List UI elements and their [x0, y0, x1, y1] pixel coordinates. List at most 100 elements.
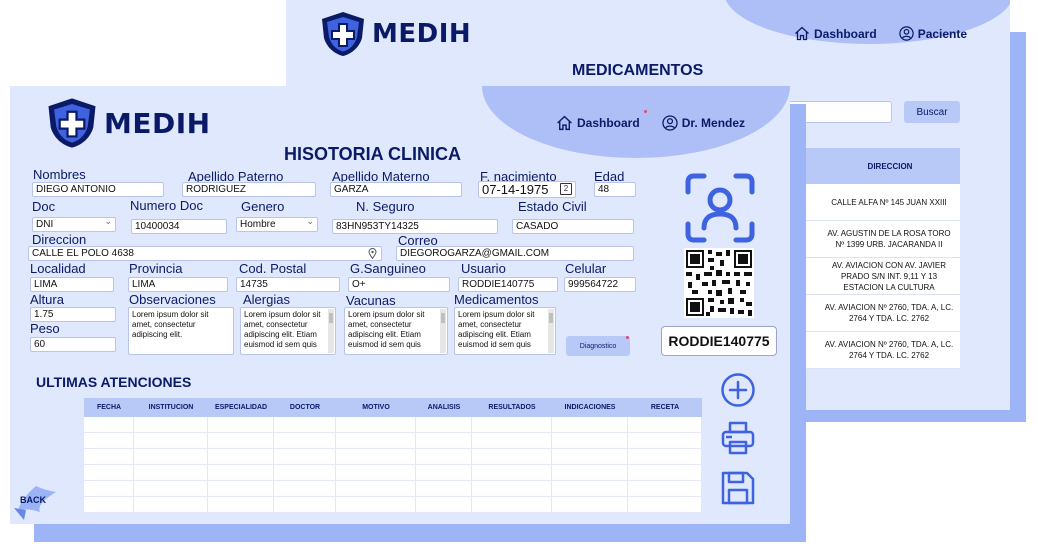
table-row[interactable]: [84, 497, 702, 513]
top-nav: Dashboard Dr. Mendez: [556, 115, 745, 131]
label-observaciones: Observaciones: [129, 292, 216, 307]
apellido-materno-field[interactable]: GARZA: [330, 182, 462, 197]
label-vacunas: Vacunas: [346, 293, 396, 308]
nav-user[interactable]: Paciente: [898, 26, 968, 41]
edad-field[interactable]: 48: [594, 182, 636, 197]
nav-user[interactable]: Dr. Mendez: [662, 115, 745, 131]
nav-user-label: Dr. Mendez: [681, 116, 746, 130]
table-row[interactable]: [84, 417, 702, 433]
search-button[interactable]: Buscar: [904, 101, 960, 123]
user-icon: [898, 26, 914, 41]
table-row[interactable]: AV. AVIACION Nº 2760, TDA. A, LC. 2764 Y…: [784, 332, 960, 369]
historia-clinica-window: MEDIH Dashboard Dr. Mendez HISOTORIA CLI…: [10, 86, 790, 524]
home-icon: [795, 26, 809, 41]
table-row[interactable]: CALLE ALFA Nº 145 JUAN XXIII: [784, 184, 960, 221]
table-row[interactable]: [84, 465, 702, 481]
table-row[interactable]: AV. AVIACION Nº 2760, TDA. A, LC. 2764 Y…: [784, 295, 960, 332]
scrollbar[interactable]: [328, 309, 334, 353]
column-header-direccion: DIRECCION: [867, 161, 913, 171]
table-row[interactable]: [84, 449, 702, 465]
brand-logo[interactable]: MEDIH: [44, 96, 211, 150]
column-header-especialidad: ESPECIALIDAD: [214, 404, 268, 411]
table-row[interactable]: AV. AGUSTIN DE LA ROSA TORO Nº 1399 URB.…: [784, 221, 960, 258]
brand-name: MEDIH: [104, 106, 211, 140]
g-sanguineo-field[interactable]: O+: [348, 277, 450, 292]
n-seguro-field[interactable]: 83HN953TY14325: [332, 219, 498, 234]
add-circle-icon[interactable]: [720, 372, 756, 408]
label-g-sanguineo: G.Sanguineo: [350, 261, 426, 276]
save-icon[interactable]: [720, 470, 756, 506]
back-label: BACK: [20, 495, 46, 505]
cod-postal-field[interactable]: 14735: [236, 277, 340, 292]
screen: MEDIH Dashboard Paciente MEDICAMENTOS Bu…: [0, 0, 1038, 544]
atenciones-table: FECHA INSTITUCION ESPECIALIDAD DOCTOR MO…: [84, 398, 702, 513]
doc-select[interactable]: DNI: [32, 217, 116, 232]
printer-icon[interactable]: [720, 420, 756, 456]
notification-dot: [626, 336, 629, 339]
direccion-value: CALLE EL POLO 4638: [32, 248, 134, 259]
label-provincia: Provincia: [129, 261, 183, 276]
diagnostico-button[interactable]: Diagnostico: [566, 336, 630, 356]
brand-logo[interactable]: MEDIH: [318, 10, 471, 58]
usuario-field[interactable]: RODDIE140775: [458, 277, 558, 292]
apellido-paterno-field[interactable]: RODRIGUEZ: [182, 182, 316, 197]
f-nacimiento-field[interactable]: 07-14-1975 2: [478, 181, 576, 198]
label-medicamentos: Medicamentos: [454, 292, 539, 307]
celular-field[interactable]: 999564722: [564, 277, 636, 292]
column-header-receta: RECETA: [650, 404, 680, 411]
observaciones-text: Lorem ipsum dolor sit amet, consectetur …: [132, 310, 209, 339]
column-header-fecha: FECHA: [96, 404, 122, 411]
label-localidad: Localidad: [30, 261, 86, 276]
nav-dashboard[interactable]: Dashboard: [794, 26, 877, 41]
genero-select[interactable]: Hombre: [236, 217, 318, 232]
back-button[interactable]: BACK: [12, 480, 58, 520]
label-doc: Doc: [32, 199, 56, 214]
label-cod-postal: Cod. Postal: [239, 261, 307, 276]
medicamentos-textarea[interactable]: Lorem ipsum dolor sit amet, consectetur …: [454, 307, 556, 355]
column-header-resultados: RESULTADOS: [488, 404, 536, 411]
alergias-text: Lorem ipsum dolor sit amet, consectetur …: [244, 310, 321, 349]
scrollbar[interactable]: [440, 309, 446, 353]
table-row[interactable]: [84, 481, 702, 497]
table-row[interactable]: AV. AVIACION CON AV. JAVIER PRADO S/N IN…: [784, 258, 960, 295]
location-pin-icon[interactable]: [368, 248, 377, 259]
nav-dashboard[interactable]: Dashboard: [556, 115, 640, 131]
estado-civil-field[interactable]: CASADO: [512, 219, 634, 234]
observaciones-textarea[interactable]: Lorem ipsum dolor sit amet, consectetur …: [128, 307, 234, 355]
page-title: HISOTORIA CLINICA: [284, 144, 462, 164]
qr-code-icon[interactable]: [684, 248, 754, 318]
peso-field[interactable]: 60: [30, 337, 116, 352]
vacunas-text: Lorem ipsum dolor sit amet, consectetur …: [348, 310, 425, 349]
top-nav: Dashboard Paciente: [794, 26, 967, 41]
correo-field[interactable]: DIEGOROGARZA@GMAIL.COM: [396, 246, 634, 261]
label-genero: Genero: [241, 199, 285, 214]
section-title-atenciones: ULTIMAS ATENCIONES: [36, 374, 192, 390]
provincia-field[interactable]: LIMA: [128, 277, 228, 292]
alergias-textarea[interactable]: Lorem ipsum dolor sit amet, consectetur …: [240, 307, 336, 355]
label-peso: Peso: [30, 321, 60, 336]
nav-user-label: Paciente: [917, 26, 968, 41]
label-direccion: Direccion: [32, 232, 87, 247]
nombres-field[interactable]: DIEGO ANTONIO: [32, 182, 164, 197]
column-header-analisis: ANALISIS: [427, 404, 461, 411]
medicamentos-text: Lorem ipsum dolor sit amet, consectetur …: [458, 310, 535, 349]
page-title: MEDICAMENTOS: [572, 62, 704, 79]
column-header-doctor: DOCTOR: [289, 404, 321, 411]
direccion-field[interactable]: CALLE EL POLO 4638: [28, 246, 382, 261]
table-header: O DIRECCION: [784, 148, 960, 184]
column-header-motivo: MOTIVO: [362, 404, 390, 411]
table-header: FECHA INSTITUCION ESPECIALIDAD DOCTOR MO…: [84, 398, 702, 417]
table-row[interactable]: [84, 433, 702, 449]
numero-doc-field[interactable]: 10400034: [131, 219, 227, 234]
vacunas-textarea[interactable]: Lorem ipsum dolor sit amet, consectetur …: [344, 307, 448, 355]
column-header-institucion: INSTITUCION: [148, 404, 194, 411]
label-usuario: Usuario: [461, 261, 506, 276]
shield-cross-icon: [322, 12, 364, 56]
localidad-field[interactable]: LIMA: [30, 277, 114, 292]
altura-field[interactable]: 1.75: [30, 307, 116, 322]
scrollbar[interactable]: [548, 309, 554, 353]
calendar-day: 2: [563, 184, 569, 193]
face-scan-icon[interactable]: [684, 172, 756, 244]
nav-dashboard-label: Dashboard: [577, 116, 640, 130]
calendar-icon[interactable]: 2: [560, 183, 572, 195]
